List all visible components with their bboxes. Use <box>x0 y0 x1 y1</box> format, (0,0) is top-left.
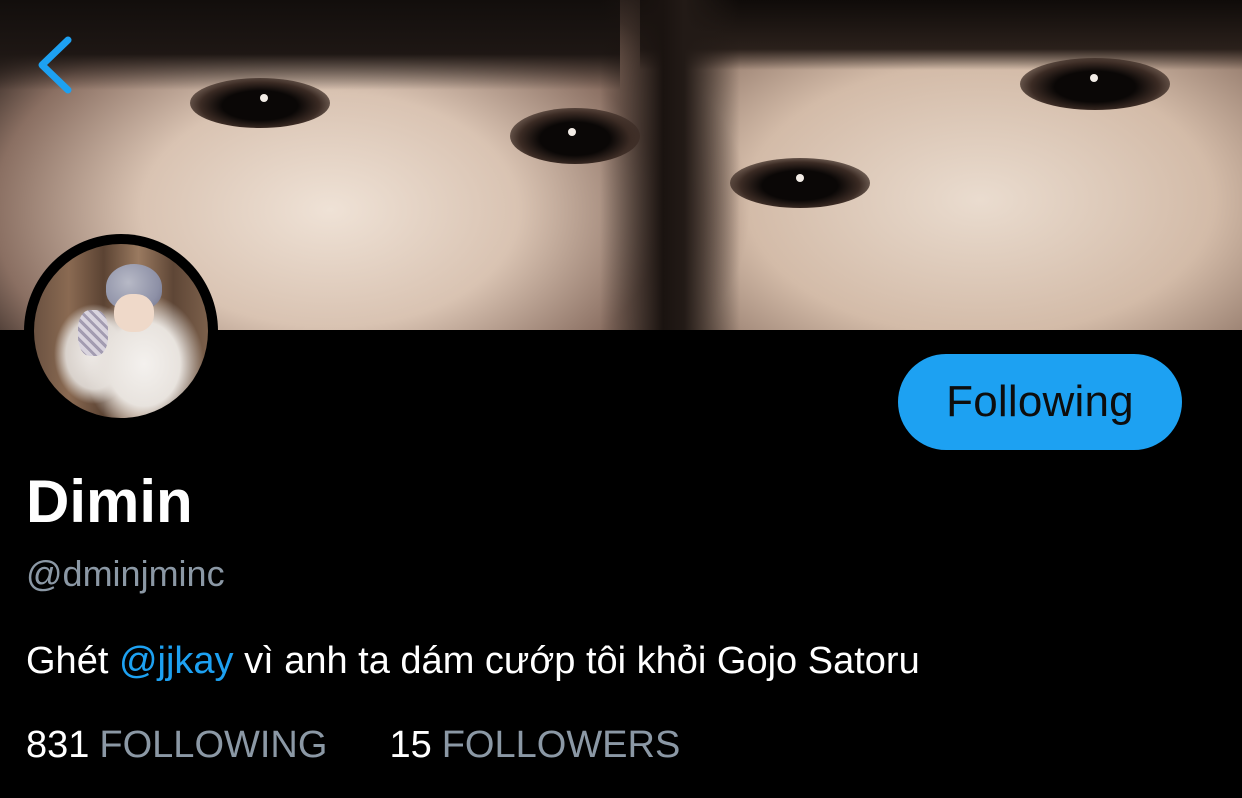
following-stat[interactable]: 831 FOLLOWING <box>26 722 327 768</box>
banner-eye <box>730 158 870 208</box>
avatar-face <box>114 294 154 332</box>
display-name: Dimin <box>26 468 193 535</box>
profile-page: Following Dimin @dminjminc Ghét @jjkay v… <box>0 0 1242 798</box>
banner-eye <box>1020 58 1170 110</box>
bio-text-prefix: Ghét <box>26 640 119 682</box>
following-count: 831 <box>26 724 90 766</box>
avatar-photo <box>34 244 208 418</box>
banner-shadow <box>600 0 740 330</box>
followers-count: 15 <box>389 724 432 766</box>
bio-mention-link[interactable]: @jjkay <box>119 640 234 682</box>
avatar-mitten <box>78 310 108 356</box>
avatar[interactable] <box>24 234 218 428</box>
back-button[interactable] <box>28 30 88 100</box>
profile-stats: 831 FOLLOWING 15 FOLLOWERS <box>26 722 680 768</box>
followers-label: FOLLOWERS <box>441 724 681 766</box>
banner-eye <box>190 78 330 128</box>
chevron-left-icon <box>38 36 72 94</box>
banner-hair-left <box>0 0 620 90</box>
bio-text-suffix: vì anh ta dám cướp tôi khỏi Gojo Satoru <box>233 640 920 682</box>
followers-stat[interactable]: 15 FOLLOWERS <box>389 722 680 768</box>
user-handle: @dminjminc <box>26 553 225 594</box>
banner-eye <box>510 108 640 164</box>
following-label: FOLLOWING <box>99 724 328 766</box>
profile-bio: Ghét @jjkay vì anh ta dám cướp tôi khỏi … <box>26 638 920 684</box>
following-button[interactable]: Following <box>898 354 1182 450</box>
